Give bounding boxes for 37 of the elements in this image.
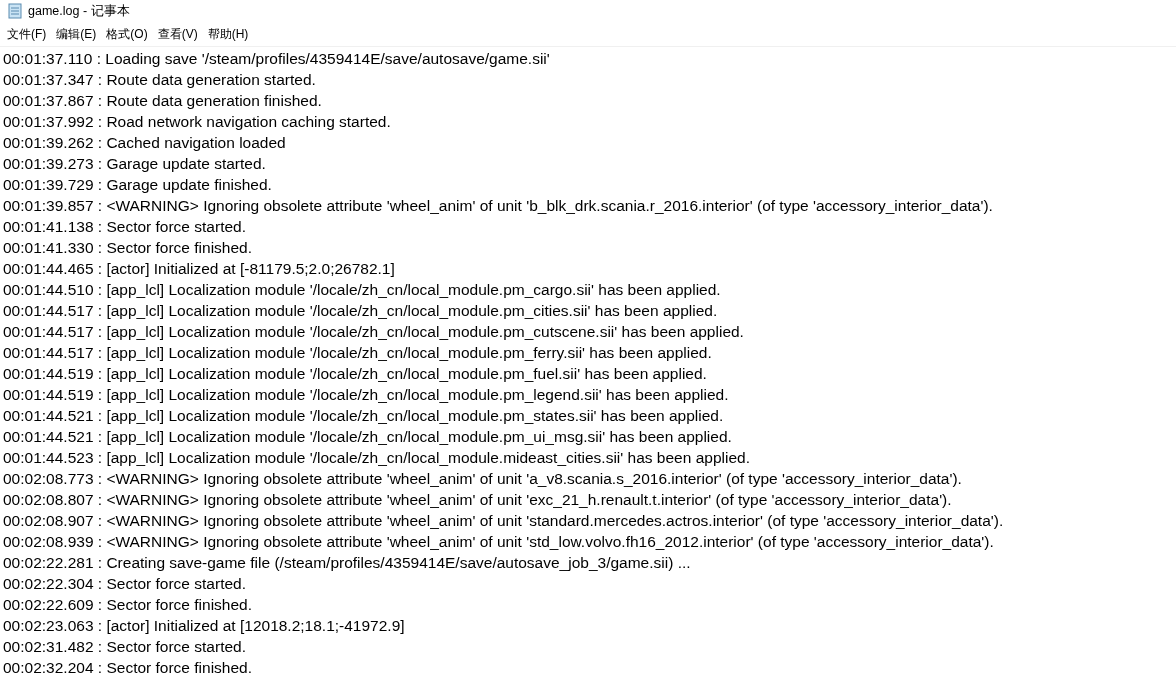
menu-item[interactable]: 格式(O) [101, 23, 153, 45]
log-line: 00:01:44.523 : [app_lcl] Localization module '/locale/zh_cn/local_module.mideast_cities.sii' has been applied. [3, 448, 751, 468]
log-line: 00:01:37.110 : Loading save '/steam/profiles/4359414E/save/autosave/game.sii' [3, 49, 551, 69]
log-line: 00:02:22.609 : Sector force finished. [3, 595, 254, 615]
notepad-icon [8, 3, 22, 19]
log-line: 00:01:39.262 : Cached navigation loaded [3, 133, 287, 153]
log-line: 00:02:31.482 : Sector force started. [3, 637, 247, 657]
log-line: 00:01:37.992 : Road network navigation caching started. [3, 112, 392, 132]
log-line: 00:02:08.807 : <WARNING> Ignoring obsolete attribute 'wheel_anim' of unit 'exc_21_h.renault.t.interior' (of type 'accessory_interior_data'). [3, 490, 953, 510]
log-line: 00:02:08.907 : <WARNING> Ignoring obsolete attribute 'wheel_anim' of unit 'standard.mercedes.actros.interior' (of type 'accessory_interior_data'). [3, 511, 1005, 531]
log-line: 00:01:44.519 : [app_lcl] Localization module '/locale/zh_cn/local_module.pm_legend.sii' has been applied. [3, 385, 730, 405]
log-line: 00:01:44.517 : [app_lcl] Localization module '/locale/zh_cn/local_module.pm_ferry.sii' has been applied. [3, 343, 713, 363]
log-line: 00:02:08.939 : <WARNING> Ignoring obsolete attribute 'wheel_anim' of unit 'std_low.volvo.fh16_2012.interior' (of type 'accessory_interior_data'). [3, 532, 995, 552]
log-line: 00:01:39.729 : Garage update finished. [3, 175, 273, 195]
log-line: 00:01:44.510 : [app_lcl] Localization module '/locale/zh_cn/local_module.pm_cargo.sii' has been applied. [3, 280, 722, 300]
log-line: 00:01:39.857 : <WARNING> Ignoring obsolete attribute 'wheel_anim' of unit 'b_blk_drk.scania.r_2016.interior' (of type 'accessory_interior_data'). [3, 196, 994, 216]
window-title: game.log - 记事本 [28, 2, 130, 20]
log-line: 00:01:44.521 : [app_lcl] Localization module '/locale/zh_cn/local_module.pm_ui_msg.sii' has been applied. [3, 427, 733, 447]
log-line: 00:01:44.519 : [app_lcl] Localization module '/locale/zh_cn/local_module.pm_fuel.sii' has been applied. [3, 364, 708, 384]
log-line: 00:02:08.773 : <WARNING> Ignoring obsolete attribute 'wheel_anim' of unit 'a_v8.scania.s_2016.interior' (of type 'accessory_interior_data'). [3, 469, 963, 489]
log-line: 00:01:39.273 : Garage update started. [3, 154, 267, 174]
menu-item[interactable]: 文件(F) [2, 23, 52, 45]
log-line: 00:01:41.330 : Sector force finished. [3, 238, 254, 258]
menu-item[interactable]: 编辑(E) [51, 23, 102, 45]
log-line: 00:01:44.517 : [app_lcl] Localization module '/locale/zh_cn/local_module.pm_cities.sii' has been applied. [3, 301, 719, 321]
menu-item[interactable]: 帮助(H) [202, 23, 254, 45]
log-line: 00:01:44.521 : [app_lcl] Localization module '/locale/zh_cn/local_module.pm_states.sii' has been applied. [3, 406, 725, 426]
log-line: 00:01:41.138 : Sector force started. [3, 217, 247, 237]
menu-item[interactable]: 查看(V) [152, 23, 203, 45]
log-line: 00:02:23.063 : [actor] Initialized at [12018.2;18.1;-41972.9] [3, 616, 406, 636]
log-line: 00:01:44.465 : [actor] Initialized at [-81179.5;2.0;26782.1] [3, 259, 396, 279]
log-line: 00:02:32.204 : Sector force finished. [3, 658, 254, 678]
log-line: 00:02:22.281 : Creating save-game file (/steam/profiles/4359414E/save/autosave_job_3/game.sii) ... [3, 553, 692, 573]
log-line: 00:02:22.304 : Sector force started. [3, 574, 247, 594]
log-line: 00:01:37.347 : Route data generation started. [3, 70, 317, 90]
log-line: 00:01:37.867 : Route data generation finished. [3, 91, 323, 111]
log-line: 00:01:44.517 : [app_lcl] Localization module '/locale/zh_cn/local_module.pm_cutscene.sii' has been applied. [3, 322, 745, 342]
